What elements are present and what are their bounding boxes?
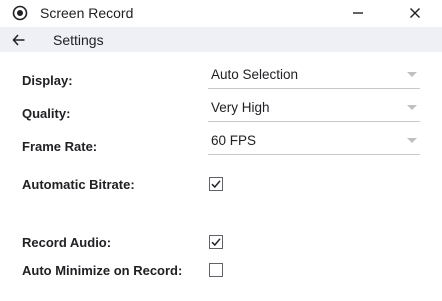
chevron-down-icon bbox=[407, 72, 417, 77]
automatic-bitrate-label: Automatic Bitrate: bbox=[22, 177, 135, 192]
display-label: Display: bbox=[22, 73, 73, 88]
title-bar: Screen Record bbox=[0, 0, 442, 26]
record-audio-checkbox[interactable] bbox=[209, 235, 223, 249]
minimize-icon bbox=[353, 12, 363, 14]
auto-minimize-checkbox[interactable] bbox=[209, 263, 223, 277]
arrow-left-icon bbox=[12, 34, 25, 46]
checkmark-icon bbox=[211, 180, 221, 189]
close-button[interactable] bbox=[406, 4, 424, 22]
display-select[interactable]: Auto Selection bbox=[208, 64, 420, 89]
frame-rate-label: Frame Rate: bbox=[22, 139, 98, 154]
app-title: Screen Record bbox=[40, 5, 134, 21]
automatic-bitrate-checkbox[interactable] bbox=[209, 177, 223, 191]
frame-rate-value: 60 FPS bbox=[211, 133, 257, 148]
frame-rate-select[interactable]: 60 FPS bbox=[208, 130, 420, 155]
record-icon bbox=[12, 5, 28, 21]
minimize-button[interactable] bbox=[349, 4, 367, 22]
screen-record-window: Screen Record Settings Display: Auto Sel… bbox=[0, 0, 442, 301]
record-audio-label: Record Audio: bbox=[22, 235, 112, 250]
auto-minimize-label: Auto Minimize on Record: bbox=[22, 263, 183, 278]
checkmark-icon bbox=[211, 238, 221, 247]
quality-select[interactable]: Very High bbox=[208, 97, 420, 122]
close-icon bbox=[410, 8, 420, 18]
settings-nav-bar: Settings bbox=[0, 27, 442, 52]
display-value: Auto Selection bbox=[211, 67, 299, 82]
page-title: Settings bbox=[53, 32, 104, 48]
back-button[interactable] bbox=[10, 31, 28, 49]
chevron-down-icon bbox=[407, 105, 417, 110]
chevron-down-icon bbox=[407, 138, 417, 143]
quality-label: Quality: bbox=[22, 106, 71, 121]
quality-value: Very High bbox=[211, 100, 270, 115]
